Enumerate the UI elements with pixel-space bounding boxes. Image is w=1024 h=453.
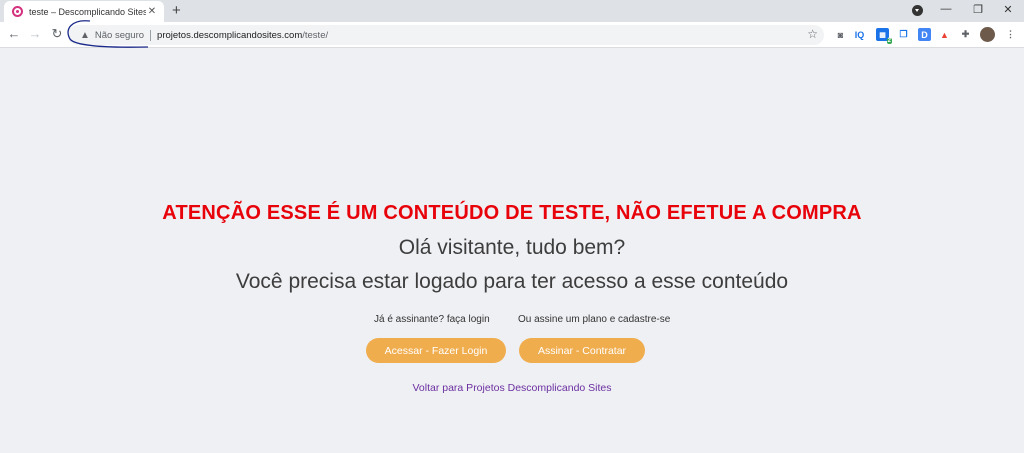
bookmark-star-icon[interactable]: ☆ [807,27,818,41]
subscriber-hint: Já é assinante? faça login [374,314,490,325]
grid-badge: 2 [886,38,892,44]
test-warning-heading: ATENÇÃO ESSE É UM CONTEÚDO DE TESTE, NÃO… [162,202,862,224]
page-content: ATENÇÃO ESSE É UM CONTEÚDO DE TESTE, NÃO… [0,49,1024,453]
back-arrow-icon[interactable]: ← [6,26,22,41]
omnibox-separator [150,29,152,41]
restore-button[interactable]: ❐ [970,3,986,16]
signup-hint: Ou assine um plano e cadastre-se [518,314,671,325]
avatar[interactable] [980,27,995,42]
copy-icon[interactable]: ❐ [897,28,910,41]
greeting-heading: Olá visitante, tudo bem? [398,236,626,259]
browser-toolbar: ← → ↻ ▲ Não seguro projetos.descomplican… [0,22,1024,48]
close-window-button[interactable]: ✕ [1000,3,1016,16]
back-to-projects-link[interactable]: Voltar para Projetos Descomplicando Site… [0,382,1024,394]
subscribe-button[interactable]: Assinar - Contratar [519,338,645,363]
tab-title: teste – Descomplicando Sites [29,6,146,17]
site-favicon-icon [12,6,23,17]
login-required-message: Você precisa estar logado para ter acess… [235,270,789,293]
menu-icon[interactable]: ⋮ [1004,28,1017,41]
tab-close-icon[interactable]: ✕ [146,6,158,17]
warning-triangle-icon[interactable]: ▲ [80,30,90,41]
forward-arrow-icon[interactable]: → [27,26,43,41]
new-tab-button[interactable]: + [172,2,181,19]
puzzle-icon[interactable]: ✚ [959,28,972,41]
camera-icon[interactable]: ◙ [834,28,847,41]
minimize-button[interactable]: — [938,3,954,15]
d-icon[interactable]: D [918,28,931,41]
address-bar[interactable]: ▲ Não seguro projetos.descomplicandosite… [68,25,824,45]
browser-tab[interactable]: teste – Descomplicando Sites ✕ [4,1,164,22]
iq-icon[interactable]: IQ [853,28,866,41]
login-button[interactable]: Acessar - Fazer Login [366,338,506,363]
url-path: /teste/ [302,29,329,41]
security-label[interactable]: Não seguro [95,30,144,41]
bag-icon[interactable]: ▲ [938,28,951,41]
grid-icon[interactable]: ▦ 2 [876,28,892,44]
url-text[interactable]: projetos.descomplicandosites.com/teste/ [157,30,328,41]
tab-strip: teste – Descomplicando Sites ✕ + — ❐ ✕ [0,0,1024,22]
url-domain: projetos.descomplicandosites.com [157,29,303,41]
reload-icon[interactable]: ↻ [49,26,65,42]
tab-search-icon[interactable] [912,5,923,16]
